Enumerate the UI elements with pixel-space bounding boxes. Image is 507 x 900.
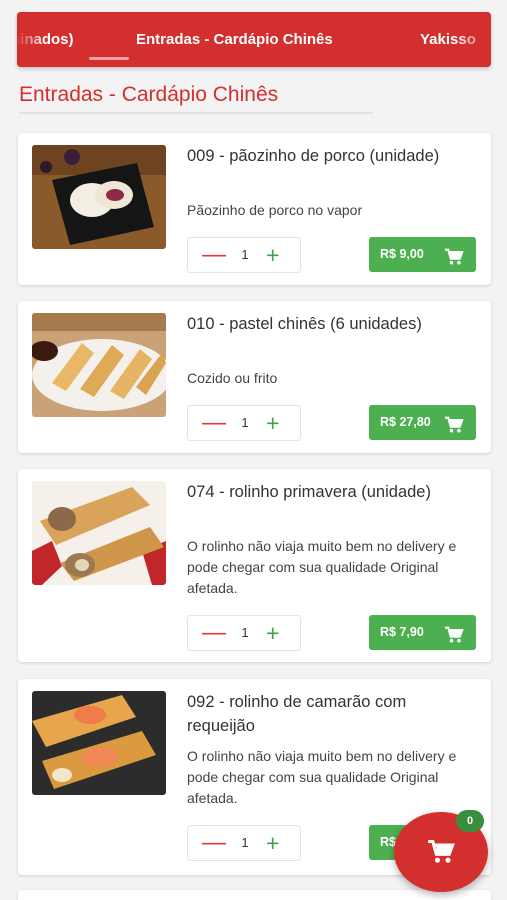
cart-count-badge: 0 (456, 810, 484, 832)
product-description: O rolinho não viaja muito bem no deliver… (187, 538, 457, 596)
quantity-stepper: — 1 + (187, 615, 301, 651)
decrease-quantity-button[interactable]: — (202, 242, 226, 268)
increase-quantity-button[interactable]: + (266, 242, 279, 268)
product-card: 009 - pãozinho de porco (unidade) Pãozin… (18, 133, 491, 285)
tab-fade-right (457, 12, 491, 67)
decrease-quantity-button[interactable]: — (202, 830, 226, 856)
product-image[interactable] (32, 145, 166, 249)
add-to-cart-button[interactable]: R$ 7,90 (369, 615, 476, 650)
cart-icon (444, 245, 464, 280)
product-card-partial (18, 890, 491, 900)
product-title: 010 - pastel chinês (6 unidades) (187, 315, 422, 333)
quantity-stepper: — 1 + (187, 825, 301, 861)
product-image[interactable] (32, 691, 166, 795)
quantity-stepper: — 1 + (187, 405, 301, 441)
price-label: R$ 9,00 (380, 247, 424, 261)
cart-icon (444, 413, 464, 448)
section-divider (19, 112, 373, 114)
increase-quantity-button[interactable]: + (266, 830, 279, 856)
increase-quantity-button[interactable]: + (266, 410, 279, 436)
product-description: Pãozinho de porco no vapor (187, 202, 363, 218)
quantity-value: 1 (241, 625, 249, 640)
product-description: O rolinho não viaja muito bem no deliver… (187, 748, 457, 806)
product-title: 009 - pãozinho de porco (unidade) (187, 147, 440, 165)
category-tab-bar: binados) Entradas - Cardápio Chinês Yaki… (17, 12, 491, 67)
product-image[interactable] (32, 313, 166, 417)
quantity-value: 1 (241, 247, 249, 262)
tab-fade-left (17, 12, 45, 67)
product-card: 010 - pastel chinês (6 unidades) Cozido … (18, 301, 491, 453)
quantity-value: 1 (241, 415, 249, 430)
quantity-value: 1 (241, 835, 249, 850)
add-to-cart-button[interactable]: R$ 27,80 (369, 405, 476, 440)
product-title: 092 - rolinho de camarão com requeijão (187, 693, 407, 735)
product-description: Cozido ou frito (187, 370, 278, 386)
increase-quantity-button[interactable]: + (266, 620, 279, 646)
product-card: 074 - rolinho primavera (unidade) O roli… (18, 469, 491, 662)
decrease-quantity-button[interactable]: — (202, 620, 226, 646)
section-title: Entradas - Cardápio Chinês (19, 83, 279, 106)
tab-entradas[interactable]: Entradas - Cardápio Chinês (136, 12, 333, 67)
product-image[interactable] (32, 481, 166, 585)
shopping-cart-icon (427, 839, 455, 870)
product-title: 074 - rolinho primavera (unidade) (187, 483, 431, 501)
cart-icon (444, 623, 464, 658)
price-label: R$ 27,80 (380, 415, 431, 429)
add-to-cart-button[interactable]: R$ 9,00 (369, 237, 476, 272)
tab-scroll-indicator (89, 57, 129, 60)
decrease-quantity-button[interactable]: — (202, 410, 226, 436)
quantity-stepper: — 1 + (187, 237, 301, 273)
price-label: R$ 7,90 (380, 625, 424, 639)
